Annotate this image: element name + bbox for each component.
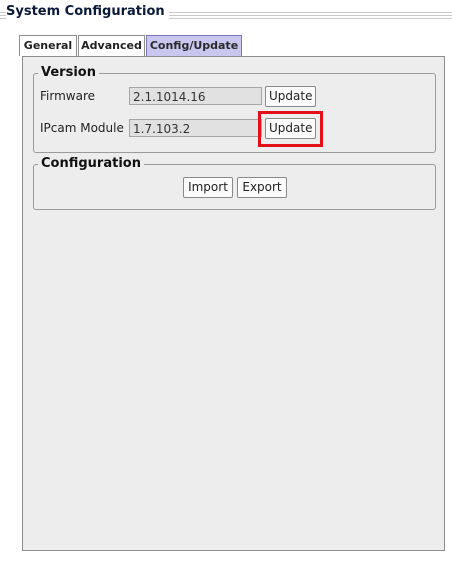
export-button[interactable]: Export	[237, 177, 287, 198]
configuration-group-title: Configuration	[38, 156, 144, 171]
ipcam-module-version-field: 1.7.103.2	[129, 119, 262, 137]
window-title: System Configuration	[6, 4, 169, 19]
configuration-group: Configuration Import Export	[33, 156, 436, 210]
firmware-update-button[interactable]: Update	[265, 86, 316, 107]
tab-general[interactable]: General	[19, 35, 77, 56]
import-button[interactable]: Import	[183, 177, 233, 198]
window-title-bar: System Configuration	[0, 0, 452, 24]
tab-config-update[interactable]: Config/Update	[146, 35, 242, 56]
version-group-title: Version	[38, 65, 99, 80]
ipcam-module-label: IPcam Module	[40, 121, 124, 135]
firmware-version-field: 2.1.1014.16	[129, 87, 262, 105]
tab-advanced[interactable]: Advanced	[78, 35, 145, 56]
tab-content-panel: Version Firmware 2.1.1014.16 Update IPca…	[22, 56, 445, 551]
version-group: Version Firmware 2.1.1014.16 Update IPca…	[33, 65, 436, 153]
firmware-label: Firmware	[40, 89, 95, 103]
highlight-box	[258, 111, 323, 147]
